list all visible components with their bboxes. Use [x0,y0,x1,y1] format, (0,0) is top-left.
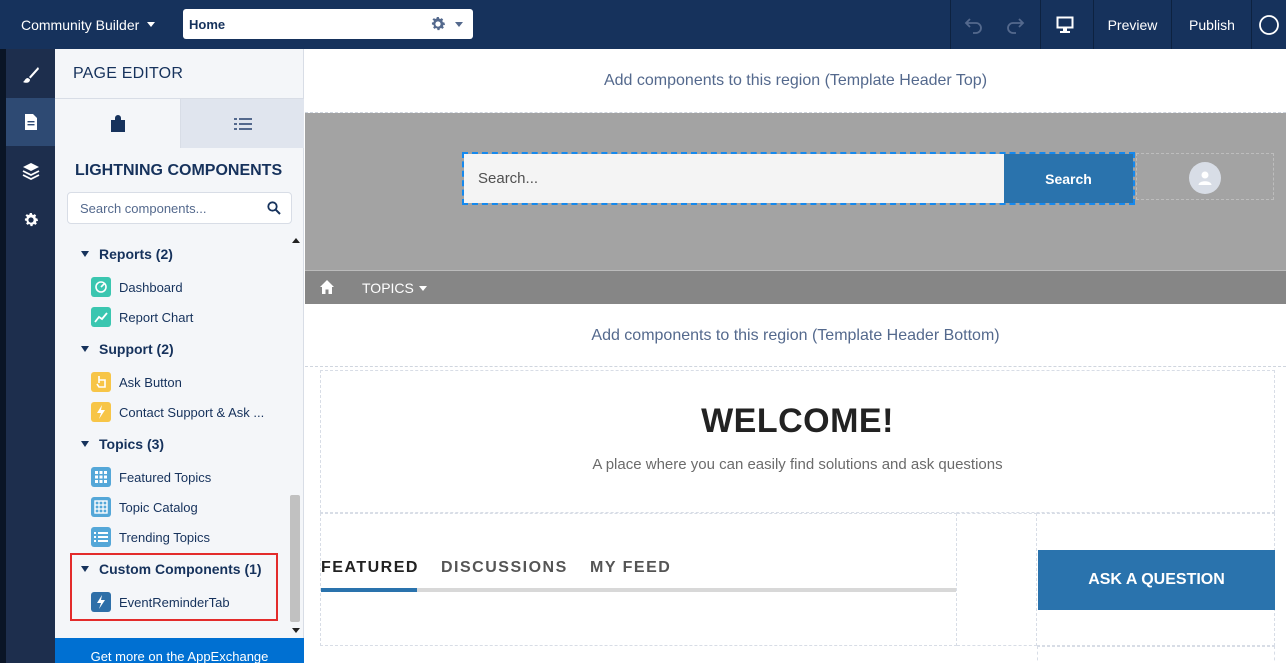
component-search-input[interactable] [80,200,260,216]
community-search-input[interactable]: Search... [464,154,1004,203]
welcome-title: WELCOME! [701,402,894,440]
component-trending-topics[interactable]: Trending Topics [91,526,210,548]
user-icon [1198,171,1212,185]
top-bar: Community Builder Home Preview Publish [0,0,1286,49]
list-icon [91,527,111,547]
page-icon [24,114,37,130]
pages-rail-button[interactable] [6,98,55,146]
category-label: Topics (3) [99,436,165,452]
chevron-down-icon [81,251,89,257]
page-selector[interactable]: Home [183,9,473,39]
gear-icon [24,212,38,227]
home-icon[interactable] [319,279,335,295]
panel-tabs [55,98,304,148]
layers-icon [22,163,39,180]
component-label: Dashboard [119,279,183,295]
component-label: Trending Topics [119,529,211,545]
highlight-box [70,553,278,621]
tabs-component[interactable] [320,513,957,646]
component-label: Featured Topics [119,469,212,485]
section-title: LIGHTNING COMPONENTS [75,162,283,179]
tab-featured[interactable]: FEATURED [321,559,419,577]
chevron-down-icon [81,441,89,447]
app-switcher[interactable]: Community Builder [0,0,156,49]
search-icon[interactable] [267,201,281,215]
chevron-down-icon[interactable] [455,22,463,27]
chevron-down-icon [147,22,156,27]
scroll-up-arrow[interactable] [292,238,300,243]
tab-active-indicator [321,588,417,592]
category-support[interactable]: Support (2) [81,338,174,360]
device-preview-button[interactable] [1041,0,1089,49]
tab-components[interactable] [55,99,181,148]
undo-icon [964,17,982,34]
component-label: Contact Support & Ask ... [119,404,265,420]
hand-icon [91,372,111,392]
sidebar-region[interactable] [1037,646,1275,663]
avatar[interactable] [1189,162,1221,194]
list-icon [233,117,252,130]
scrollbar-thumb[interactable] [290,495,300,622]
headline-component[interactable] [320,370,1275,513]
puzzle-icon [110,114,125,132]
component-featured-topics[interactable]: Featured Topics [91,466,211,488]
nav-topics-label: TOPICS [362,280,414,296]
category-label: Support (2) [99,341,174,357]
gear-icon[interactable] [429,15,447,33]
lightning-icon [91,402,111,422]
category-topics[interactable]: Topics (3) [81,433,164,455]
divider [950,0,951,49]
page-name: Home [189,16,226,32]
table-icon [91,497,111,517]
paintbrush-icon [22,67,39,83]
preview-button[interactable]: Preview [1094,0,1171,49]
help-button[interactable] [1252,0,1286,49]
component-search [67,192,292,224]
panel-title: PAGE EDITOR [73,65,184,82]
undo-button[interactable] [955,0,993,49]
navigation-bar: TOPICS [305,270,1286,304]
publish-button[interactable]: Publish [1172,0,1252,49]
empty-region[interactable] [957,513,1037,646]
component-ask-button[interactable]: Ask Button [91,371,182,393]
component-report-chart[interactable]: Report Chart [91,306,193,328]
category-reports[interactable]: Reports (2) [81,243,173,265]
grid-icon [91,467,111,487]
theme-rail-button[interactable] [6,51,55,99]
category-label: Reports (2) [99,246,173,262]
component-contact-support[interactable]: Contact Support & Ask ... [91,401,264,423]
component-label: Topic Catalog [119,499,198,515]
component-dashboard[interactable]: Dashboard [91,276,183,298]
app-name: Community Builder [21,16,140,33]
nav-topics-menu[interactable]: TOPICS [362,280,427,296]
tab-discussions[interactable]: DISCUSSIONS [441,559,568,577]
redo-icon [1007,17,1025,34]
tab-my-feed[interactable]: MY FEED [590,559,671,577]
region-template-header-top[interactable]: Add components to this region (Template … [305,49,1286,113]
tab-page-structure[interactable] [181,99,304,148]
redo-button[interactable] [996,0,1034,49]
component-topic-catalog[interactable]: Topic Catalog [91,496,198,518]
component-label: Report Chart [119,309,194,325]
component-label: Ask Button [119,374,182,390]
desktop-icon [1056,16,1074,33]
community-search-button[interactable]: Search [1004,154,1133,203]
dashboard-icon [91,277,111,297]
ask-question-button[interactable]: ASK A QUESTION [1038,550,1275,610]
welcome-subtitle: A place where you can easily find soluti… [592,456,1003,473]
appexchange-link[interactable]: Get more on the AppExchange [55,638,304,663]
scroll-down-arrow[interactable] [292,628,300,633]
help-icon [1259,14,1279,35]
settings-rail-button[interactable] [6,196,55,244]
report-chart-icon [91,307,111,327]
region-template-header-bottom[interactable]: Add components to this region (Template … [305,305,1286,367]
layers-rail-button[interactable] [6,147,55,195]
chevron-down-icon [81,346,89,352]
chevron-down-icon [418,285,427,291]
